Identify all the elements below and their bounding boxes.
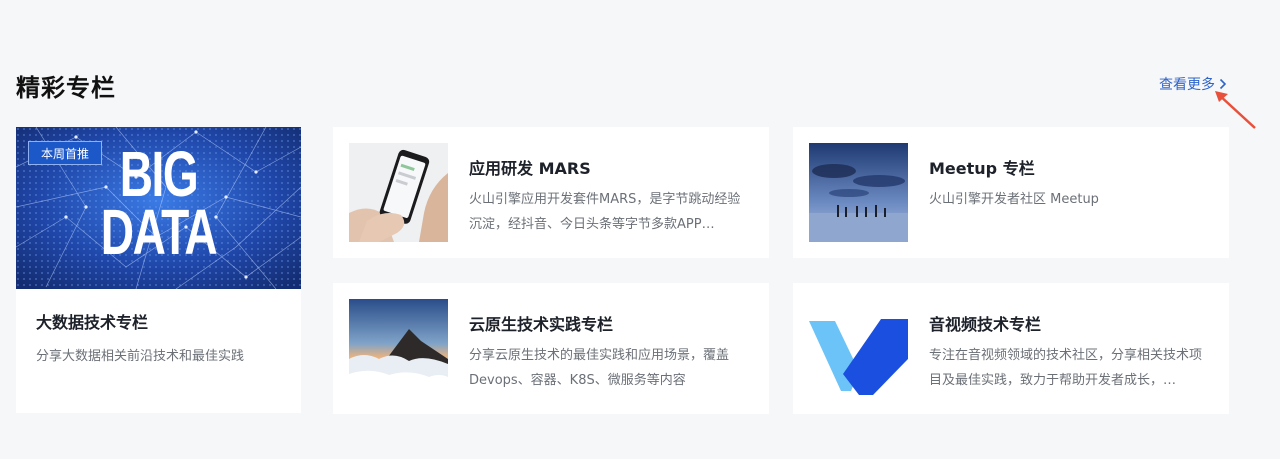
- card-desc: 火山引擎开发者社区 Meetup: [929, 192, 1099, 207]
- featured-title: 大数据技术专栏: [36, 313, 149, 332]
- section-title: 精彩专栏: [16, 74, 116, 102]
- column-card-audio-video[interactable]: 音视频技术专栏 专注在音视频领域的技术社区，分享相关技术项目及最佳实践，致力于帮…: [793, 283, 1229, 414]
- v-logo-icon: [809, 299, 908, 398]
- hand-holding-phone-image: [349, 143, 448, 242]
- big-data-banner-image: BIG DATA 本周首推: [16, 127, 301, 289]
- weekly-pick-badge: 本周首推: [28, 141, 102, 165]
- card-desc: 专注在音视频领域的技术社区，分享相关技术项目及最佳实践，致力于帮助开发者成长，…: [929, 348, 1203, 388]
- card-title: 云原生技术实践专栏: [469, 315, 614, 334]
- featured-desc: 分享大数据相关前沿技术和最佳实践: [36, 349, 245, 364]
- view-more-label: 查看更多: [1159, 77, 1215, 93]
- column-card-mars[interactable]: 应用研发 MARS 火山引擎应用开发套件MARS，是字节跳动经验沉淀，经抖音、今…: [333, 127, 769, 258]
- column-card-meetup[interactable]: Meetup 专栏 火山引擎开发者社区 Meetup: [793, 127, 1229, 258]
- featured-card-big-data[interactable]: BIG DATA 本周首推 大数据技术专栏 分享大数据相关前沿技术和最佳实践: [16, 127, 301, 413]
- mountain-clouds-image: [349, 299, 448, 398]
- card-title: 音视频技术专栏: [929, 315, 1042, 334]
- column-card-cloud-native[interactable]: 云原生技术实践专栏 分享云原生技术的最佳实践和应用场景，覆盖Devops、容器、…: [333, 283, 769, 414]
- card-title: 应用研发 MARS: [469, 159, 591, 178]
- featured-columns-section: 精彩专栏 查看更多 BIG DATA 本周首推 大数据技术专栏 分享大数据相关前…: [0, 0, 1280, 459]
- beach-dusk-image: [809, 143, 908, 242]
- card-title: Meetup 专栏: [929, 159, 1035, 178]
- card-desc: 火山引擎应用开发套件MARS，是字节跳动经验沉淀，经抖音、今日头条等字节多款AP…: [469, 192, 741, 232]
- card-desc: 分享云原生技术的最佳实践和应用场景，覆盖Devops、容器、K8S、微服务等内容: [469, 348, 730, 388]
- banner-line-2: DATA: [100, 196, 218, 268]
